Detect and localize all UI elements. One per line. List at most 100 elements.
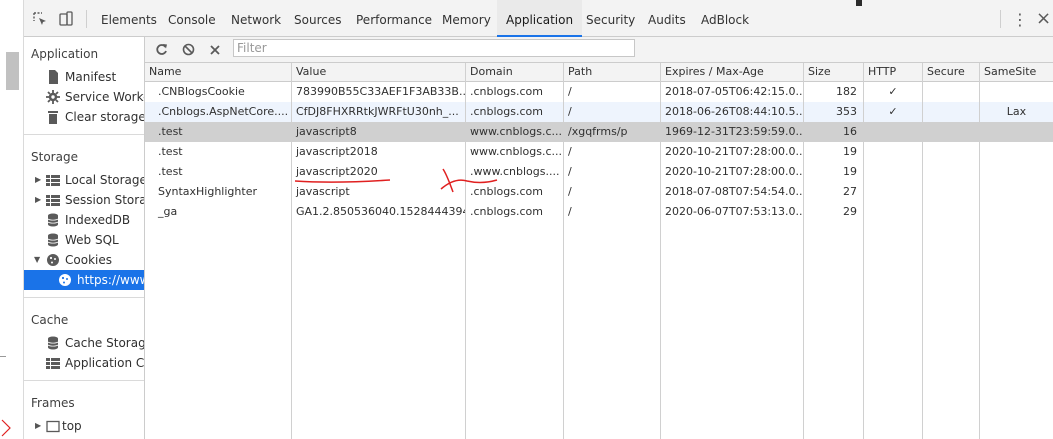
column-divider[interactable]	[291, 63, 292, 439]
sidebar-item-local-storage[interactable]: ▶ Local Storage	[24, 170, 144, 190]
cell-secure[interactable]	[923, 142, 979, 162]
cell-secure[interactable]	[923, 202, 979, 222]
cell-value[interactable]: javascript2020	[292, 162, 465, 182]
cell-expires[interactable]: 2018-07-05T06:42:15.0...	[661, 82, 803, 102]
cell-path[interactable]: /	[564, 82, 660, 102]
cell-http[interactable]	[864, 162, 922, 182]
cell-path[interactable]: /xgqfrms/p	[564, 122, 660, 142]
tab-security[interactable]: Security	[586, 0, 635, 37]
sidebar-item-cache-storage[interactable]: Cache Storage	[24, 333, 144, 353]
cell-name[interactable]: .test	[145, 162, 291, 182]
table-row[interactable]: .CNBlogsCookie 783990B55C33AEF1F3AB33B...…	[145, 82, 1053, 102]
expand-arrow-icon[interactable]: ▶	[35, 170, 41, 190]
cell-samesite[interactable]	[980, 122, 1053, 142]
column-divider[interactable]	[863, 63, 864, 439]
cell-name[interactable]: .test	[145, 122, 291, 142]
sidebar-item-service-workers[interactable]: Service Workers	[24, 87, 144, 107]
column-header-http[interactable]: HTTP	[864, 63, 896, 82]
cell-name[interactable]: .Cnblogs.AspNetCore....	[145, 102, 291, 122]
cell-value[interactable]: javascript	[292, 182, 465, 202]
cell-size[interactable]: 19	[804, 142, 863, 162]
refresh-icon[interactable]	[153, 41, 169, 59]
clear-icon[interactable]	[207, 41, 223, 59]
cell-value[interactable]: 783990B55C33AEF1F3AB33B...	[292, 82, 465, 102]
table-row[interactable]: .test javascript2020 .www.cnblogs..../2020…	[145, 162, 1053, 182]
column-header-samesite[interactable]: SameSite	[980, 63, 1036, 82]
tab-memory[interactable]: Memory	[442, 0, 491, 37]
table-row[interactable]: .test javascript2018 www.cnblogs.c.../2020…	[145, 142, 1053, 162]
cell-size[interactable]: 16	[804, 122, 863, 142]
cell-size[interactable]: 182	[804, 82, 863, 102]
expand-arrow-icon[interactable]: ▶	[35, 190, 41, 210]
column-divider[interactable]	[979, 63, 980, 439]
cell-secure[interactable]	[923, 182, 979, 202]
cell-domain[interactable]: .www.cnblogs....	[466, 162, 563, 182]
sidebar-item-application-cache[interactable]: Application Cache	[24, 353, 144, 373]
cell-path[interactable]: /	[564, 162, 660, 182]
tab-elements[interactable]: Elements	[101, 0, 157, 37]
cell-domain[interactable]: .cnblogs.com	[466, 102, 563, 122]
cell-secure[interactable]	[923, 122, 979, 142]
cell-secure[interactable]	[923, 162, 979, 182]
sidebar-item-clear-storage[interactable]: Clear storage	[24, 107, 144, 127]
sidebar-item-frame-top[interactable]: ▶ top	[24, 416, 144, 436]
tab-sources[interactable]: Sources	[294, 0, 341, 37]
collapse-arrow-icon[interactable]: ▼	[34, 250, 40, 270]
column-divider[interactable]	[465, 63, 466, 439]
cell-name[interactable]: .CNBlogsCookie	[145, 82, 291, 102]
cell-size[interactable]: 29	[804, 202, 863, 222]
cell-value[interactable]: CfDJ8FHXRRtkJWRFtU30nh_...	[292, 102, 465, 122]
cell-domain[interactable]: www.cnblogs.c...	[466, 122, 563, 142]
block-icon[interactable]	[180, 41, 196, 59]
tab-network[interactable]: Network	[231, 0, 281, 37]
close-icon[interactable]: ×	[1036, 8, 1051, 29]
cell-samesite[interactable]	[980, 202, 1053, 222]
cell-expires[interactable]: 2018-06-26T08:44:10.5...	[661, 102, 803, 122]
sidebar-item-cookie-origin[interactable]: https://www.cnblogs.com	[24, 270, 144, 290]
column-divider[interactable]	[922, 63, 923, 439]
cell-samesite[interactable]	[980, 82, 1053, 102]
tab-console[interactable]: Console	[168, 0, 216, 37]
cell-expires[interactable]: 2020-10-21T07:28:00.0...	[661, 162, 803, 182]
cell-name[interactable]: SyntaxHighlighter	[145, 182, 291, 202]
column-header-value[interactable]: Value	[292, 63, 326, 82]
cell-samesite[interactable]: Lax	[980, 102, 1053, 122]
cell-value[interactable]: javascript8	[292, 122, 465, 142]
cell-domain[interactable]: www.cnblogs.c...	[466, 142, 563, 162]
tab-performance[interactable]: Performance	[356, 0, 432, 37]
cell-http[interactable]	[864, 202, 922, 222]
cell-size[interactable]: 19	[804, 162, 863, 182]
cell-samesite[interactable]	[980, 162, 1053, 182]
sidebar-item-cookies[interactable]: ▼ Cookies	[24, 250, 144, 270]
sidebar-item-manifest[interactable]: Manifest	[24, 67, 144, 87]
more-vert-icon[interactable]: ⋮	[1012, 10, 1028, 29]
cell-domain[interactable]: .cnblogs.com	[466, 182, 563, 202]
cell-samesite[interactable]	[980, 142, 1053, 162]
column-divider[interactable]	[803, 63, 804, 439]
cell-secure[interactable]	[923, 102, 979, 122]
column-header-domain[interactable]: Domain	[466, 63, 513, 82]
column-header-expires[interactable]: Expires / Max-Age	[661, 63, 764, 82]
cell-name[interactable]: .test	[145, 142, 291, 162]
sidebar-item-web-sql[interactable]: Web SQL	[24, 230, 144, 250]
cell-http[interactable]	[864, 142, 922, 162]
cell-http[interactable]: ✓	[864, 82, 922, 102]
cell-size[interactable]: 27	[804, 182, 863, 202]
table-row[interactable]: SyntaxHighlighter javascript .cnblogs.com /…	[145, 182, 1053, 202]
column-divider[interactable]	[563, 63, 564, 439]
tab-adblock[interactable]: AdBlock	[701, 0, 749, 37]
tab-audits[interactable]: Audits	[648, 0, 686, 37]
cell-name[interactable]: _ga	[145, 202, 291, 222]
column-header-path[interactable]: Path	[564, 63, 592, 82]
column-header-name[interactable]: Name	[145, 63, 181, 82]
cell-expires[interactable]: 2020-10-21T07:28:00.0...	[661, 142, 803, 162]
cell-http[interactable]	[864, 182, 922, 202]
sidebar-item-indexeddb[interactable]: IndexedDB	[24, 210, 144, 230]
tab-application[interactable]: Application	[497, 0, 583, 37]
table-row[interactable]: .Cnblogs.AspNetCore.... CfDJ8FHXRRtkJWRFt…	[145, 102, 1053, 122]
table-row[interactable]: .test javascript8 www.cnblogs.c.../xgqfrms…	[145, 122, 1053, 142]
column-divider[interactable]	[660, 63, 661, 439]
column-header-secure[interactable]: Secure	[923, 63, 965, 82]
device-toggle-icon[interactable]	[58, 11, 74, 27]
expand-arrow-icon[interactable]: ▶	[35, 416, 41, 436]
